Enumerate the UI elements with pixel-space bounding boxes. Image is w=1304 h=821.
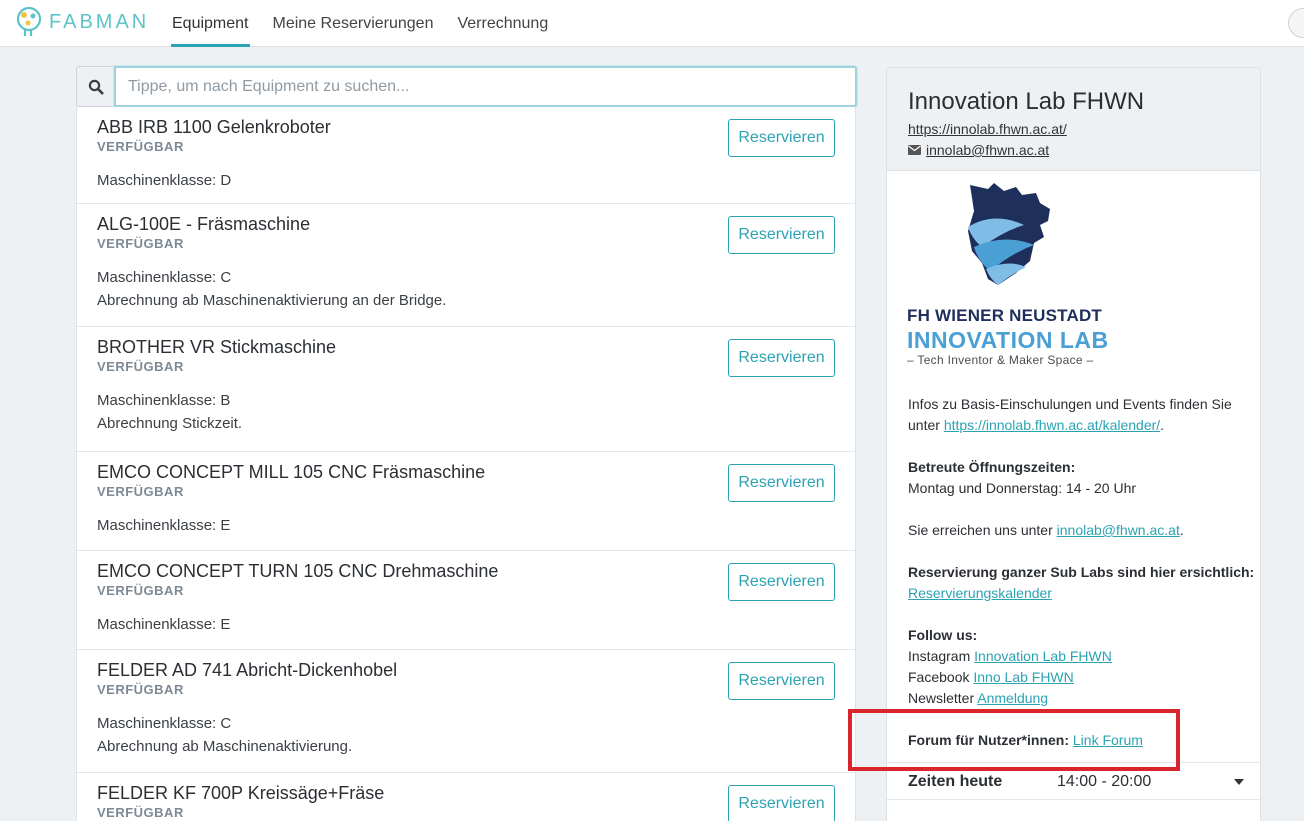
equipment-name[interactable]: ABB IRB 1100 Gelenkroboter xyxy=(97,116,835,138)
user-avatar[interactable] xyxy=(1288,8,1304,38)
equipment-description: Maschinenklasse: D xyxy=(97,169,835,192)
sublabs-heading: Reservierung ganzer Sub Labs sind hier e… xyxy=(908,564,1255,580)
opening-hours-heading: Betreute Öffnungszeiten: xyxy=(908,459,1076,475)
contact-paragraph: Sie erreichen uns unter innolab@fhwn.ac.… xyxy=(908,522,1184,538)
logo-line-1: FH WIENER NEUSTADT xyxy=(907,306,1102,325)
status-badge: VERFÜGBAR xyxy=(97,583,184,598)
description-line: Maschinenklasse: C xyxy=(97,715,232,732)
reserve-button[interactable]: Reservieren xyxy=(728,339,835,377)
brand-name: FABMAN xyxy=(49,10,150,33)
list-item: ABB IRB 1100 Gelenkroboter VERFÜGBAR Mas… xyxy=(77,107,855,204)
description-line: Abrechnung ab Maschinenaktivierung. xyxy=(97,738,353,755)
equipment-name[interactable]: EMCO CONCEPT TURN 105 CNC Drehmaschine xyxy=(97,560,835,582)
contact-email-link[interactable]: innolab@fhwn.ac.at xyxy=(1057,522,1180,538)
status-badge: VERFÜGBAR xyxy=(97,139,184,154)
facebook-link[interactable]: Inno Lab FHWN xyxy=(973,669,1073,685)
equipment-name[interactable]: BROTHER VR Stickmaschine xyxy=(97,336,835,358)
lion-crest-logo xyxy=(968,183,1050,285)
list-item: EMCO CONCEPT MILL 105 CNC Fräsmaschine V… xyxy=(77,452,855,551)
follow-heading: Follow us: xyxy=(908,627,978,643)
reserve-button[interactable]: Reservieren xyxy=(728,662,835,700)
reserve-button[interactable]: Reservieren xyxy=(728,785,835,821)
list-item: FELDER AD 741 Abricht-Dickenhobel VERFÜG… xyxy=(77,650,855,773)
reserve-button[interactable]: Reservieren xyxy=(728,464,835,502)
list-item: BROTHER VR Stickmaschine VERFÜGBAR Masch… xyxy=(77,327,855,452)
space-title: Innovation Lab FHWN xyxy=(908,88,1145,115)
search-input[interactable] xyxy=(114,66,857,107)
envelope-icon xyxy=(908,141,921,159)
todays-hours-value: 14:00 - 20:00 xyxy=(1057,773,1152,790)
equipment-search xyxy=(76,66,857,107)
status-badge: VERFÜGBAR xyxy=(97,682,184,697)
equipment-name[interactable]: ALG-100E - Fräsmaschine xyxy=(97,213,835,235)
space-url-link[interactable]: https://innolab.fhwn.ac.at/ xyxy=(908,120,1239,138)
description-line: Maschinenklasse: E xyxy=(97,517,231,534)
status-badge: VERFÜGBAR xyxy=(97,359,184,374)
description-line: Maschinenklasse: D xyxy=(97,172,232,189)
caret-down-icon xyxy=(1234,779,1244,785)
space-info-panel: Innovation Lab FHWN https://innolab.fhwn… xyxy=(886,67,1261,821)
top-navbar: FABMAN Equipment Meine Reservierungen Ve… xyxy=(0,0,1304,47)
description-line: Abrechnung Stickzeit. xyxy=(97,415,243,432)
fabman-brain-icon xyxy=(16,6,42,36)
description-line: Maschinenklasse: B xyxy=(97,392,231,409)
list-item: FELDER KF 700P Kreissäge+Fräse VERFÜGBAR… xyxy=(77,773,855,821)
info-paragraph: Infos zu Basis-Einschulungen und Events … xyxy=(908,396,1232,433)
instagram-link[interactable]: Innovation Lab FHWN xyxy=(974,648,1112,664)
list-item: EMCO CONCEPT TURN 105 CNC Drehmaschine V… xyxy=(77,551,855,650)
equipment-name[interactable]: FELDER KF 700P Kreissäge+Fräse xyxy=(97,782,835,804)
logo-line-3: – Tech Inventor & Maker Space – xyxy=(907,353,1094,367)
equipment-list: ABB IRB 1100 Gelenkroboter VERFÜGBAR Mas… xyxy=(76,107,856,821)
tab-meine-reservierungen[interactable]: Meine Reservierungen xyxy=(261,0,446,47)
fabman-logo[interactable]: FABMAN xyxy=(14,6,149,38)
description-line: Abrechnung ab Maschinenaktivierung an de… xyxy=(97,292,447,309)
status-badge: VERFÜGBAR xyxy=(97,484,184,499)
space-header: Innovation Lab FHWN https://innolab.fhwn… xyxy=(887,68,1260,171)
status-badge: VERFÜGBAR xyxy=(97,236,184,251)
instagram-label: Instagram xyxy=(908,648,971,664)
sublabs-paragraph: Reservierung ganzer Sub Labs sind hier e… xyxy=(908,562,1258,604)
main-nav: Equipment Meine Reservierungen Verrechnu… xyxy=(160,0,560,47)
highlight-box xyxy=(848,709,1180,771)
description-line: Maschinenklasse: C xyxy=(97,269,232,286)
logo-line-2: INNOVATION LAB xyxy=(907,327,1109,353)
calendar-link[interactable]: https://innolab.fhwn.ac.at/kalender/ xyxy=(944,417,1160,433)
description-line: Maschinenklasse: E xyxy=(97,616,231,633)
opening-hours: Betreute Öffnungszeiten: Montag und Donn… xyxy=(908,457,1248,499)
equipment-name[interactable]: EMCO CONCEPT MILL 105 CNC Fräsmaschine xyxy=(97,461,835,483)
reserve-button[interactable]: Reservieren xyxy=(728,216,835,254)
newsletter-label: Newsletter xyxy=(908,690,975,706)
space-email-link[interactable]: innolab@fhwn.ac.at xyxy=(926,141,1049,159)
follow-us: Follow us: Instagram Innovation Lab FHWN… xyxy=(908,625,1248,709)
reserve-button[interactable]: Reservieren xyxy=(728,119,835,157)
list-item: ALG-100E - Fräsmaschine VERFÜGBAR Maschi… xyxy=(77,204,855,327)
status-badge: VERFÜGBAR xyxy=(97,805,184,820)
tab-verrechnung[interactable]: Verrechnung xyxy=(445,0,560,47)
search-icon xyxy=(76,66,114,107)
reserve-button[interactable]: Reservieren xyxy=(728,563,835,601)
equipment-description: Maschinenklasse: C Abrechnung ab Maschin… xyxy=(97,266,835,312)
equipment-description: Maschinenklasse: E xyxy=(97,613,835,636)
opening-hours-text: Montag und Donnerstag: 14 - 20 Uhr xyxy=(908,480,1137,496)
reservation-calendar-link[interactable]: Reservierungskalender xyxy=(908,585,1052,601)
newsletter-link[interactable]: Anmeldung xyxy=(977,690,1048,706)
contact-text: Sie erreichen uns unter xyxy=(908,522,1053,538)
equipment-description: Maschinenklasse: B Abrechnung Stickzeit. xyxy=(97,389,835,435)
todays-hours-label: Zeiten heute xyxy=(908,773,1003,790)
equipment-name[interactable]: FELDER AD 741 Abricht-Dickenhobel xyxy=(97,659,835,681)
space-email: innolab@fhwn.ac.at xyxy=(908,141,1239,159)
equipment-description: Maschinenklasse: E xyxy=(97,514,835,537)
equipment-description: Maschinenklasse: C Abrechnung ab Maschin… xyxy=(97,712,835,758)
facebook-label: Facebook xyxy=(908,669,970,685)
tab-equipment[interactable]: Equipment xyxy=(160,0,261,47)
